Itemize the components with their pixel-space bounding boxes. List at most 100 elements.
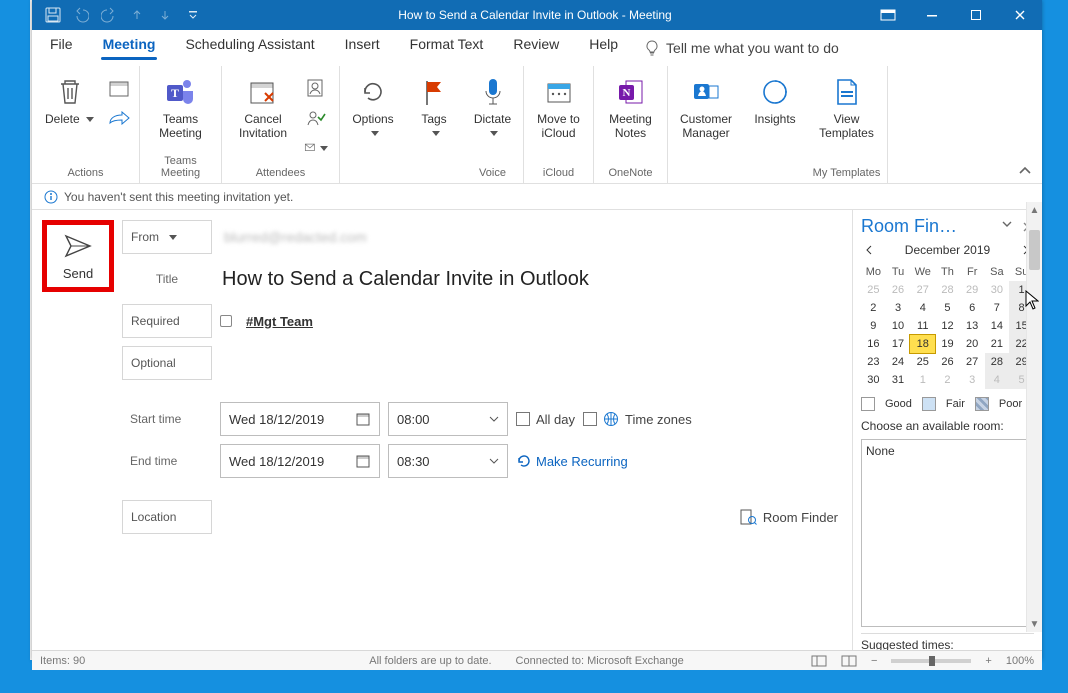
calendar-day[interactable]: 27 — [960, 353, 985, 371]
tell-me-search[interactable]: Tell me what you want to do — [636, 40, 847, 56]
start-date-picker[interactable]: Wed 18/12/2019 — [220, 402, 380, 436]
teams-meeting-button[interactable]: T Teams Meeting — [149, 72, 213, 140]
room-finder-button[interactable]: Room Finder — [739, 508, 838, 526]
optional-input[interactable] — [220, 346, 842, 380]
tab-scheduling-assistant[interactable]: Scheduling Assistant — [173, 30, 326, 66]
calendar-day[interactable]: 11 — [910, 317, 935, 335]
meeting-notes-button[interactable]: N Meeting Notes — [600, 72, 661, 140]
qat-customize-icon[interactable] — [182, 4, 204, 26]
qat-up-arrow-icon[interactable] — [126, 4, 148, 26]
tab-insert[interactable]: Insert — [333, 30, 392, 66]
view-templates-button[interactable]: View Templates — [815, 72, 879, 140]
calendar-day[interactable]: 21 — [985, 335, 1010, 353]
address-book-icon[interactable] — [304, 76, 328, 100]
make-recurring-link[interactable]: Make Recurring — [516, 453, 628, 469]
view-normal-icon[interactable] — [811, 655, 827, 667]
dictate-button[interactable]: Dictate — [468, 72, 517, 140]
calendar-day[interactable]: 30 — [861, 371, 886, 389]
minimize-button[interactable] — [910, 0, 954, 30]
options-button[interactable]: Options — [346, 72, 400, 140]
calendar-day[interactable]: 26 — [886, 281, 911, 299]
tab-review[interactable]: Review — [501, 30, 571, 66]
tab-file[interactable]: File — [38, 30, 85, 66]
tab-meeting[interactable]: Meeting — [91, 30, 168, 66]
calendar-day[interactable]: 5 — [935, 299, 960, 317]
calendar-day[interactable]: 4 — [910, 299, 935, 317]
calendar-day[interactable]: 25 — [910, 353, 935, 371]
calendar-mini-icon[interactable] — [107, 76, 131, 100]
zoom-out-icon[interactable]: − — [871, 655, 877, 667]
forward-mini-icon[interactable] — [107, 106, 131, 130]
calendar-day[interactable]: 19 — [935, 335, 960, 353]
save-icon[interactable] — [42, 4, 64, 26]
send-button[interactable]: Send — [42, 220, 114, 292]
customer-manager-button[interactable]: Customer Manager — [674, 72, 738, 140]
maximize-button[interactable] — [954, 0, 998, 30]
end-date-picker[interactable]: Wed 18/12/2019 — [220, 444, 380, 478]
zoom-slider[interactable] — [891, 659, 971, 663]
tab-format-text[interactable]: Format Text — [398, 30, 496, 66]
optional-button[interactable]: Optional — [122, 346, 212, 380]
calendar-day[interactable]: 25 — [861, 281, 886, 299]
response-options-icon[interactable] — [304, 136, 328, 160]
calendar-day[interactable]: 18 — [910, 335, 935, 353]
mini-calendar[interactable]: MoTuWeThFrSaSu 2526272829301234567891011… — [861, 263, 1034, 389]
view-reading-icon[interactable] — [841, 655, 857, 667]
calendar-day[interactable]: 3 — [960, 371, 985, 389]
delete-button[interactable]: Delete — [38, 72, 101, 126]
calendar-day[interactable]: 24 — [886, 353, 911, 371]
calendar-day[interactable]: 7 — [985, 299, 1010, 317]
tags-button[interactable]: Tags — [412, 72, 456, 140]
room-list-item-none[interactable]: None — [866, 444, 1029, 458]
location-button[interactable]: Location — [122, 500, 212, 534]
move-to-icloud-button[interactable]: Move to iCloud — [530, 72, 587, 140]
zoom-in-icon[interactable]: + — [985, 655, 991, 667]
close-button[interactable] — [998, 0, 1042, 30]
calendar-day[interactable]: 1 — [910, 371, 935, 389]
calendar-day[interactable]: 12 — [935, 317, 960, 335]
redo-icon[interactable] — [98, 4, 120, 26]
from-button[interactable]: From — [122, 220, 212, 254]
scroll-up-icon[interactable]: ▲ — [1027, 202, 1042, 218]
undo-icon[interactable] — [70, 4, 92, 26]
calendar-day[interactable]: 29 — [960, 281, 985, 299]
pane-scrollbar[interactable]: ▲ ▼ — [1026, 202, 1042, 632]
start-time-picker[interactable]: 08:00 — [388, 402, 508, 436]
scroll-down-icon[interactable]: ▼ — [1027, 616, 1042, 632]
calendar-day[interactable]: 9 — [861, 317, 886, 335]
calendar-day[interactable]: 23 — [861, 353, 886, 371]
prev-month-icon[interactable] — [865, 245, 873, 255]
calendar-day[interactable]: 10 — [886, 317, 911, 335]
expand-group-icon[interactable] — [220, 315, 232, 327]
calendar-day[interactable]: 30 — [985, 281, 1010, 299]
calendar-day[interactable]: 6 — [960, 299, 985, 317]
calendar-day[interactable]: 17 — [886, 335, 911, 353]
calendar-day[interactable]: 14 — [985, 317, 1010, 335]
calendar-day[interactable]: 27 — [910, 281, 935, 299]
insights-button[interactable]: Insights — [750, 72, 800, 126]
calendar-day[interactable]: 31 — [886, 371, 911, 389]
tab-help[interactable]: Help — [577, 30, 630, 66]
calendar-day[interactable]: 2 — [861, 299, 886, 317]
cancel-invitation-button[interactable]: Cancel Invitation — [228, 72, 298, 140]
qat-down-arrow-icon[interactable] — [154, 4, 176, 26]
end-time-picker[interactable]: 08:30 — [388, 444, 508, 478]
calendar-day[interactable]: 2 — [935, 371, 960, 389]
required-button[interactable]: Required — [122, 304, 212, 338]
time-zones-checkbox[interactable] — [583, 412, 597, 426]
calendar-day[interactable]: 28 — [935, 281, 960, 299]
calendar-day[interactable]: 4 — [985, 371, 1010, 389]
collapse-ribbon-icon[interactable] — [1018, 164, 1032, 178]
calendar-day[interactable]: 3 — [886, 299, 911, 317]
ribbon-display-options-icon[interactable] — [866, 0, 910, 30]
all-day-checkbox[interactable] — [516, 412, 530, 426]
calendar-day[interactable]: 20 — [960, 335, 985, 353]
required-attendee-chip[interactable]: #Mgt Team — [244, 314, 313, 329]
calendar-day[interactable]: 26 — [935, 353, 960, 371]
available-rooms-list[interactable]: None — [861, 439, 1034, 627]
scroll-thumb[interactable] — [1029, 230, 1040, 270]
calendar-day[interactable]: 28 — [985, 353, 1010, 371]
calendar-day[interactable]: 13 — [960, 317, 985, 335]
calendar-day[interactable]: 16 — [861, 335, 886, 353]
title-input[interactable]: How to Send a Calendar Invite in Outlook — [220, 268, 589, 291]
